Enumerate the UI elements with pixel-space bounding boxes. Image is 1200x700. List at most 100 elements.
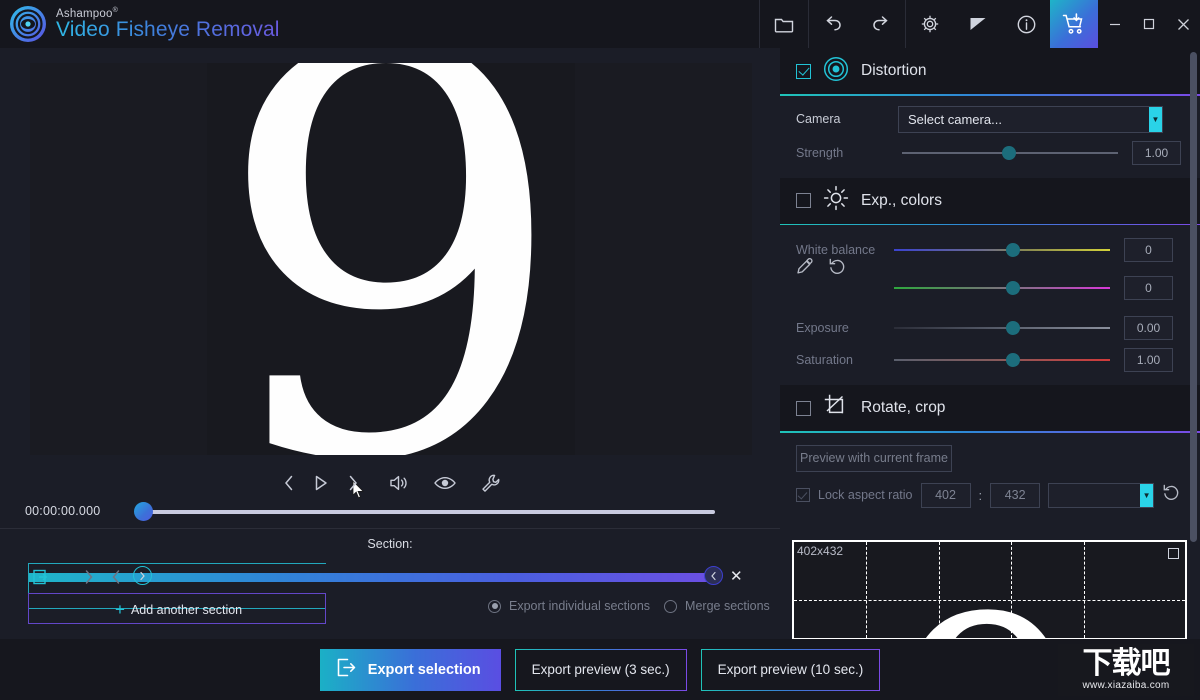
minimize-button[interactable] bbox=[1098, 0, 1132, 48]
exposure-body: White balance 0 bbox=[780, 225, 1200, 385]
section-marker-icon[interactable] bbox=[32, 568, 49, 591]
wb-temp-value[interactable]: 0 bbox=[1124, 238, 1173, 262]
timeline-track[interactable] bbox=[140, 510, 715, 514]
panel-scrollbar[interactable] bbox=[1190, 52, 1197, 542]
exposure-slider[interactable] bbox=[894, 319, 1110, 337]
fisheye-icon bbox=[823, 56, 849, 87]
strength-handle[interactable] bbox=[1002, 146, 1016, 160]
reset-icon[interactable] bbox=[828, 257, 847, 281]
saturation-label: Saturation bbox=[780, 353, 898, 367]
strength-slider[interactable] bbox=[902, 144, 1118, 162]
camera-select[interactable]: Select camera... ▼ bbox=[898, 106, 1163, 133]
section-step-forward-icon[interactable] bbox=[83, 568, 95, 591]
exposure-handle[interactable] bbox=[1006, 321, 1020, 335]
transport-bar: 00:00:00.000 bbox=[0, 493, 780, 528]
redo-button[interactable] bbox=[857, 0, 905, 48]
app-window: Ashampoo® Video Fisheye Removal bbox=[0, 0, 1200, 700]
radio-export-individual[interactable] bbox=[488, 600, 501, 613]
maximize-button[interactable] bbox=[1132, 0, 1166, 48]
title-bar: Ashampoo® Video Fisheye Removal bbox=[0, 0, 1200, 48]
wb-tint-handle[interactable] bbox=[1006, 281, 1020, 295]
crop-ratio-row: Lock aspect ratio 402 : 432 ▼ bbox=[780, 483, 1200, 508]
crop-body: Preview with current frame Lock aspect r… bbox=[780, 445, 1200, 518]
export-preview-10-button[interactable]: Export preview (10 sec.) bbox=[701, 649, 881, 691]
saturation-value[interactable]: 1.00 bbox=[1124, 348, 1173, 372]
wb-tint-value[interactable]: 0 bbox=[1124, 276, 1173, 300]
section-heading: Section: bbox=[0, 537, 780, 551]
crop-checkbox[interactable] bbox=[796, 401, 811, 416]
section-start-handle[interactable] bbox=[133, 566, 152, 585]
undo-button[interactable] bbox=[809, 0, 857, 48]
saturation-row: Saturation 1.00 bbox=[780, 345, 1200, 374]
info-button[interactable] bbox=[1002, 0, 1050, 48]
ratio-colon: : bbox=[979, 488, 983, 503]
saturation-handle[interactable] bbox=[1006, 353, 1020, 367]
export-preview-3-button[interactable]: Export preview (3 sec.) bbox=[515, 649, 687, 691]
wb-temp-slider[interactable] bbox=[894, 241, 1110, 259]
white-balance-label: White balance bbox=[780, 243, 898, 257]
contrast-button[interactable] bbox=[954, 0, 1002, 48]
open-folder-button[interactable] bbox=[760, 0, 808, 48]
exposure-checkbox[interactable] bbox=[796, 193, 811, 208]
radio-merge-sections[interactable] bbox=[664, 600, 677, 613]
section-step-back-icon[interactable] bbox=[110, 568, 122, 591]
strength-value[interactable]: 1.00 bbox=[1132, 141, 1181, 165]
merge-sections-label[interactable]: Merge sections bbox=[685, 599, 770, 613]
exposure-row-label: Exposure bbox=[780, 321, 898, 335]
crop-gridline-h1 bbox=[794, 600, 1185, 601]
close-button[interactable] bbox=[1166, 0, 1200, 48]
export-mode-group: Export individual sections Merge section… bbox=[488, 599, 770, 613]
camera-label: Camera bbox=[780, 112, 898, 126]
watermark-url: www.xiazaiba.com bbox=[1082, 680, 1169, 691]
crop-reset-icon[interactable] bbox=[1162, 483, 1181, 507]
white-balance-tools bbox=[796, 257, 847, 281]
chevron-down-icon[interactable]: ▼ bbox=[1149, 107, 1162, 132]
add-section-button[interactable]: + Add another section bbox=[28, 593, 326, 624]
page-title: Video Fisheye Removal bbox=[56, 19, 280, 41]
brand-block: Ashampoo® Video Fisheye Removal bbox=[56, 7, 280, 42]
ratio-preset-select[interactable]: ▼ bbox=[1048, 483, 1154, 508]
crop-gridline-v3 bbox=[1011, 542, 1012, 638]
plus-icon: + bbox=[115, 601, 125, 618]
export-icon bbox=[336, 657, 357, 682]
buy-button[interactable] bbox=[1050, 0, 1098, 48]
crop-section-header[interactable]: Rotate, crop bbox=[780, 385, 1200, 431]
section-remove-button[interactable]: ✕ bbox=[730, 567, 743, 585]
wb-temp-handle[interactable] bbox=[1006, 243, 1020, 257]
export-selection-button[interactable]: Export selection bbox=[320, 649, 501, 691]
preview-current-frame-button[interactable]: Preview with current frame bbox=[796, 445, 952, 472]
export-selection-label: Export selection bbox=[368, 662, 481, 678]
wb-tint-track bbox=[894, 287, 1110, 289]
lock-aspect-label: Lock aspect ratio bbox=[818, 488, 913, 502]
video-preview[interactable]: 9 bbox=[30, 63, 752, 455]
section-end-handle[interactable] bbox=[704, 566, 723, 585]
exposure-track bbox=[894, 327, 1110, 329]
export-individual-label[interactable]: Export individual sections bbox=[509, 599, 650, 613]
distortion-checkbox[interactable] bbox=[796, 64, 811, 79]
settings-button[interactable] bbox=[906, 0, 954, 48]
crop-preview-area[interactable]: 9 402x432 bbox=[792, 540, 1187, 639]
crop-label: Rotate, crop bbox=[861, 399, 945, 417]
timecode-label: 00:00:00.000 bbox=[25, 504, 100, 518]
exposure-value[interactable]: 0.00 bbox=[1124, 316, 1173, 340]
section-range-bar[interactable] bbox=[28, 573, 714, 582]
wb-tint-slider[interactable] bbox=[894, 279, 1110, 297]
saturation-track bbox=[894, 359, 1110, 361]
ratio-height-input[interactable]: 432 bbox=[990, 483, 1040, 508]
ratio-chevron-down-icon[interactable]: ▼ bbox=[1140, 484, 1153, 507]
bottom-bar: Export selection Export preview (3 sec.)… bbox=[0, 639, 1200, 700]
exposure-section-header[interactable]: Exp., colors bbox=[780, 178, 1200, 224]
distortion-label: Distortion bbox=[861, 62, 926, 80]
crop-corner-handle[interactable] bbox=[1168, 548, 1179, 559]
watermark: 下载吧 www.xiazaiba.com bbox=[1058, 644, 1194, 696]
timeline-handle[interactable] bbox=[134, 502, 153, 521]
distortion-section-header[interactable]: Distortion bbox=[780, 48, 1200, 94]
add-section-label: Add another section bbox=[131, 603, 242, 617]
saturation-slider[interactable] bbox=[894, 351, 1110, 369]
eyedropper-icon[interactable] bbox=[796, 257, 815, 281]
lock-aspect-checkbox[interactable] bbox=[796, 488, 810, 502]
camera-row: Camera Select camera... ▼ bbox=[780, 105, 1200, 134]
ratio-width-input[interactable]: 402 bbox=[921, 483, 971, 508]
add-section-inner: + Add another section bbox=[29, 594, 242, 625]
exposure-label: Exp., colors bbox=[861, 192, 942, 210]
